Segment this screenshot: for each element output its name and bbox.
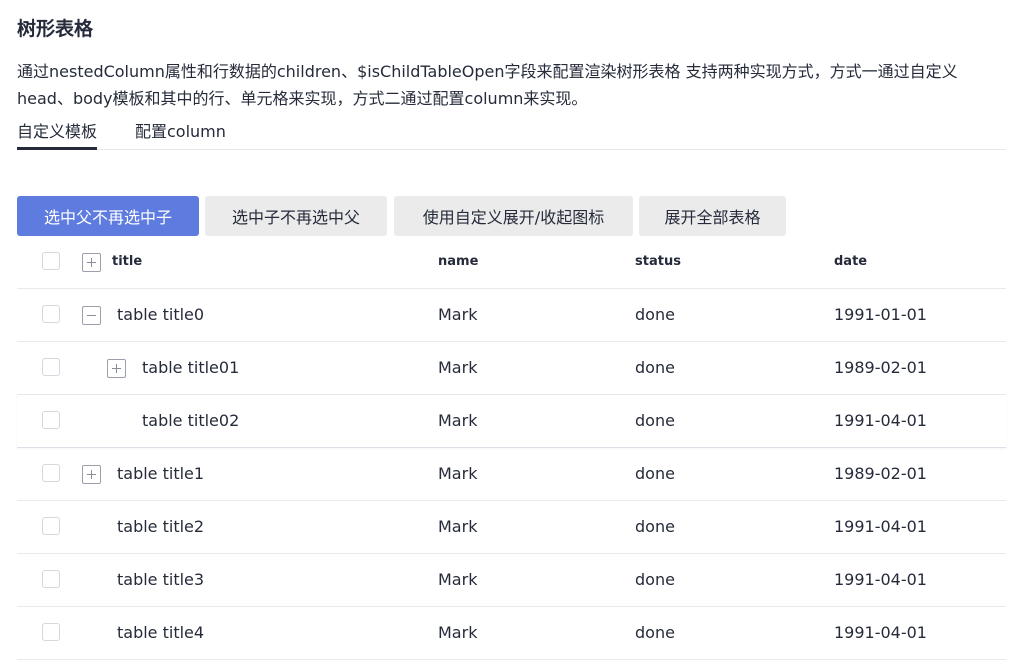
page-description: 通过nestedColumn属性和行数据的children、$isChildTa…: [17, 62, 958, 108]
column-header-status: status: [635, 254, 681, 269]
row-date: 1991-04-01: [834, 570, 927, 589]
tree-table: title name status date table title0 Mark…: [17, 236, 1006, 660]
expand-all-icon[interactable]: [82, 253, 101, 272]
row-title: table title1: [117, 464, 205, 483]
column-header-date: date: [834, 254, 868, 269]
select-child-not-parent-button[interactable]: 选中子不再选中父: [205, 196, 387, 236]
row-date: 1991-04-01: [834, 411, 927, 430]
select-parent-not-child-button[interactable]: 选中父不再选中子: [17, 196, 199, 236]
row-checkbox[interactable]: [42, 411, 60, 429]
row-title: table title02: [142, 411, 240, 430]
row-name: Mark: [438, 411, 478, 430]
row-status: done: [635, 570, 675, 589]
row-name: Mark: [438, 305, 478, 324]
row-date: 1989-02-01: [834, 464, 927, 483]
page-title: 树形表格: [17, 18, 94, 40]
row-status: done: [635, 464, 675, 483]
row-name: Mark: [438, 517, 478, 536]
table-row: table title1 Mark done 1989-02-01: [17, 448, 1006, 501]
row-name: Mark: [438, 464, 478, 483]
tab-custom-template[interactable]: 自定义模板: [17, 118, 98, 150]
expand-icon[interactable]: [82, 465, 101, 484]
tab-bar: 自定义模板 配置column: [17, 116, 1006, 150]
custom-expand-icon-button[interactable]: 使用自定义展开/收起图标: [394, 196, 633, 236]
row-checkbox[interactable]: [42, 305, 60, 323]
row-status: done: [635, 623, 675, 642]
row-title: table title3: [117, 570, 205, 589]
table-row: table title4 Mark done 1991-04-01: [17, 607, 1006, 660]
row-title: table title01: [142, 358, 240, 377]
table-row: table title0 Mark done 1991-01-01: [17, 289, 1006, 342]
row-date: 1991-04-01: [834, 623, 927, 642]
row-date: 1989-02-01: [834, 358, 927, 377]
tab-config-column[interactable]: 配置column: [135, 118, 226, 142]
table-row: table title02 Mark done 1991-04-01: [17, 395, 1006, 448]
table-row: table title01 Mark done 1989-02-01: [17, 342, 1006, 395]
row-date: 1991-04-01: [834, 517, 927, 536]
column-header-title: title: [112, 254, 143, 269]
row-status: done: [635, 411, 675, 430]
table-header-row: title name status date: [17, 236, 1006, 289]
table-row: table title2 Mark done 1991-04-01: [17, 501, 1006, 554]
row-name: Mark: [438, 570, 478, 589]
row-checkbox[interactable]: [42, 517, 60, 535]
row-status: done: [635, 305, 675, 324]
row-name: Mark: [438, 623, 478, 642]
row-checkbox[interactable]: [42, 464, 60, 482]
row-checkbox[interactable]: [42, 570, 60, 588]
row-title: table title2: [117, 517, 205, 536]
row-checkbox[interactable]: [42, 358, 60, 376]
column-header-name: name: [438, 254, 479, 269]
table-row: table title3 Mark done 1991-04-01: [17, 554, 1006, 607]
row-status: done: [635, 517, 675, 536]
row-date: 1991-01-01: [834, 305, 927, 324]
expand-icon[interactable]: [107, 359, 126, 378]
row-title: table title0: [117, 305, 205, 324]
select-all-checkbox[interactable]: [42, 252, 60, 270]
row-status: done: [635, 358, 675, 377]
expand-all-button[interactable]: 展开全部表格: [639, 196, 786, 236]
collapse-icon[interactable]: [82, 306, 101, 325]
row-checkbox[interactable]: [42, 623, 60, 641]
row-title: table title4: [117, 623, 205, 642]
row-name: Mark: [438, 358, 478, 377]
